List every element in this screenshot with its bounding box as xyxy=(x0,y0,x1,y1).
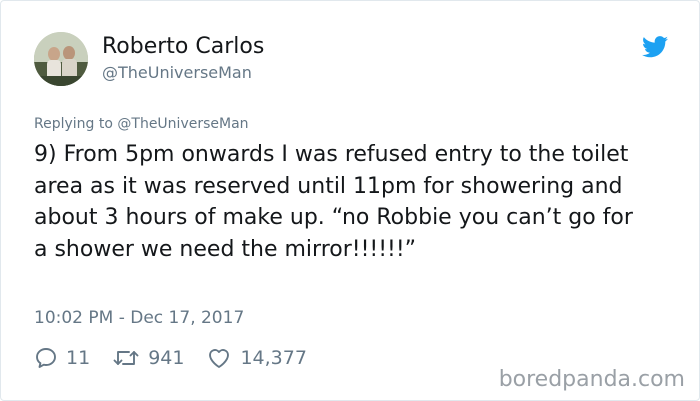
tweet-timestamp[interactable]: 10:02 PM - Dec 17, 2017 xyxy=(34,308,244,328)
avatar-photo-icon xyxy=(34,32,88,86)
reply-count: 11 xyxy=(66,347,91,369)
reply-mention-link[interactable]: @TheUniverseMan xyxy=(117,116,248,132)
author-handle[interactable]: @TheUniverseMan xyxy=(102,63,252,82)
watermark: boredpanda.com xyxy=(498,367,685,392)
avatar[interactable] xyxy=(34,32,88,86)
author-name[interactable]: Roberto Carlos xyxy=(102,34,264,59)
reply-icon xyxy=(36,348,56,368)
replying-to: Replying to @TheUniverseMan xyxy=(34,116,249,132)
reply-button[interactable]: 11 xyxy=(34,346,90,370)
like-count: 14,377 xyxy=(240,347,307,369)
tweet-card: Roberto Carlos @TheUniverseMan Replying … xyxy=(0,0,700,401)
heart-icon xyxy=(209,349,230,368)
retweet-button[interactable]: 941 xyxy=(112,346,184,370)
like-button[interactable]: 14,377 xyxy=(206,346,307,370)
replying-prefix: Replying to xyxy=(34,116,113,132)
twitter-bird-icon[interactable] xyxy=(642,36,668,58)
retweet-count: 941 xyxy=(148,347,185,369)
tweet-text: 9) From 5pm onwards I was refused entry … xyxy=(34,142,633,262)
tweet-actions: 11 941 14,377 xyxy=(34,344,329,372)
retweet-icon xyxy=(113,351,139,365)
